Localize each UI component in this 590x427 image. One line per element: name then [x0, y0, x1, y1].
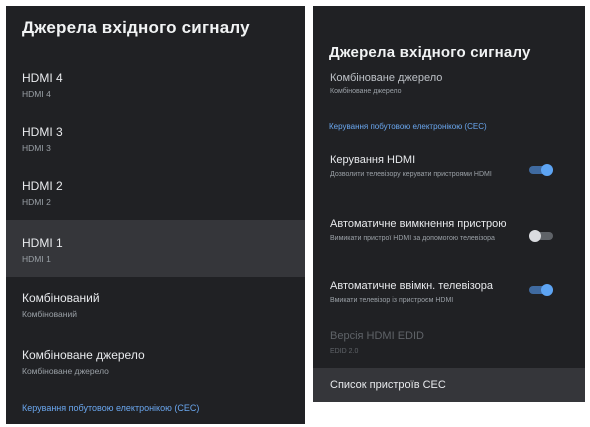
auto-device-off-toggle[interactable] — [529, 230, 553, 242]
section-header-cec: Керування побутовою електронікою (CEC) — [329, 122, 487, 131]
setting-label: Керування HDMI — [330, 154, 416, 166]
list-item-hdmi-4[interactable]: HDMI 4 HDMI 4 — [6, 62, 305, 112]
item-sublabel: HDMI 1 — [22, 254, 51, 264]
toggle-knob — [529, 230, 541, 242]
item-label: HDMI 3 — [22, 125, 63, 139]
list-item-composite-source[interactable]: Комбіноване джерело Комбіноване джерело — [6, 339, 305, 389]
item-sublabel: HDMI 3 — [22, 143, 51, 153]
setting-hdmi-control[interactable]: Керування HDMI Дозволити телевізору керу… — [313, 152, 585, 194]
setting-description: Вмикати телевізор із пристроєм HDMI — [330, 297, 454, 304]
auto-tv-on-toggle[interactable] — [529, 284, 553, 296]
setting-cec-device-list[interactable]: Список пристроїв CEC — [313, 368, 585, 402]
item-sublabel: Комбіноване джерело — [22, 366, 109, 376]
list-item-composite[interactable]: Комбінований Комбінований — [6, 282, 305, 332]
item-sublabel: HDMI 2 — [22, 197, 51, 207]
setting-value: EDID 2.0 — [330, 348, 359, 355]
setting-description: Вимикати пристрої HDMI за допомогою теле… — [330, 235, 495, 242]
input-sources-panel-left: Джерела вхідного сигналу HDMI 4 HDMI 4 H… — [6, 6, 305, 424]
item-label: HDMI 4 — [22, 71, 63, 85]
setting-label: Автоматичне ввімкн. телевізора — [330, 280, 494, 292]
item-label: HDMI 1 — [22, 236, 63, 250]
item-sublabel: HDMI 4 — [22, 89, 51, 99]
input-sources-panel-right: Джерела вхідного сигналу Комбіноване дже… — [313, 6, 585, 402]
list-item-composite-source-partial[interactable]: Комбіноване джерело Комбіноване джерело — [313, 66, 585, 102]
list-item-hdmi-1[interactable]: HDMI 1 HDMI 1 — [6, 220, 305, 277]
hdmi-control-toggle[interactable] — [529, 164, 553, 176]
setting-auto-device-off[interactable]: Автоматичне вимкнення пристрою Вимикати … — [313, 216, 585, 258]
item-label: Комбіноване джерело — [22, 348, 145, 362]
setting-auto-tv-on[interactable]: Автоматичне ввімкн. телевізора Вмикати т… — [313, 278, 585, 314]
page-title: Джерела вхідного сигналу — [329, 44, 531, 61]
section-header-cec: Керування побутовою електронікою (CEC) — [22, 403, 200, 413]
setting-description: Дозволити телевізору керувати пристроями… — [330, 171, 492, 178]
item-label: HDMI 2 — [22, 179, 63, 193]
toggle-knob — [541, 164, 553, 176]
setting-label: Автоматичне вимкнення пристрою — [330, 218, 507, 230]
list-item-hdmi-2[interactable]: HDMI 2 HDMI 2 — [6, 170, 305, 220]
item-sublabel: Комбінований — [22, 309, 77, 319]
page-title: Джерела вхідного сигналу — [22, 18, 250, 37]
item-label: Комбіноване джерело — [330, 72, 443, 84]
list-item-hdmi-3[interactable]: HDMI 3 HDMI 3 — [6, 116, 305, 166]
setting-label: Список пристроїв CEC — [330, 379, 446, 391]
setting-hdmi-edid-version: Версія HDMI EDID EDID 2.0 — [313, 328, 585, 362]
toggle-knob — [541, 284, 553, 296]
item-sublabel: Комбіноване джерело — [330, 88, 402, 95]
item-label: Комбінований — [22, 291, 100, 305]
setting-label: Версія HDMI EDID — [330, 330, 424, 342]
